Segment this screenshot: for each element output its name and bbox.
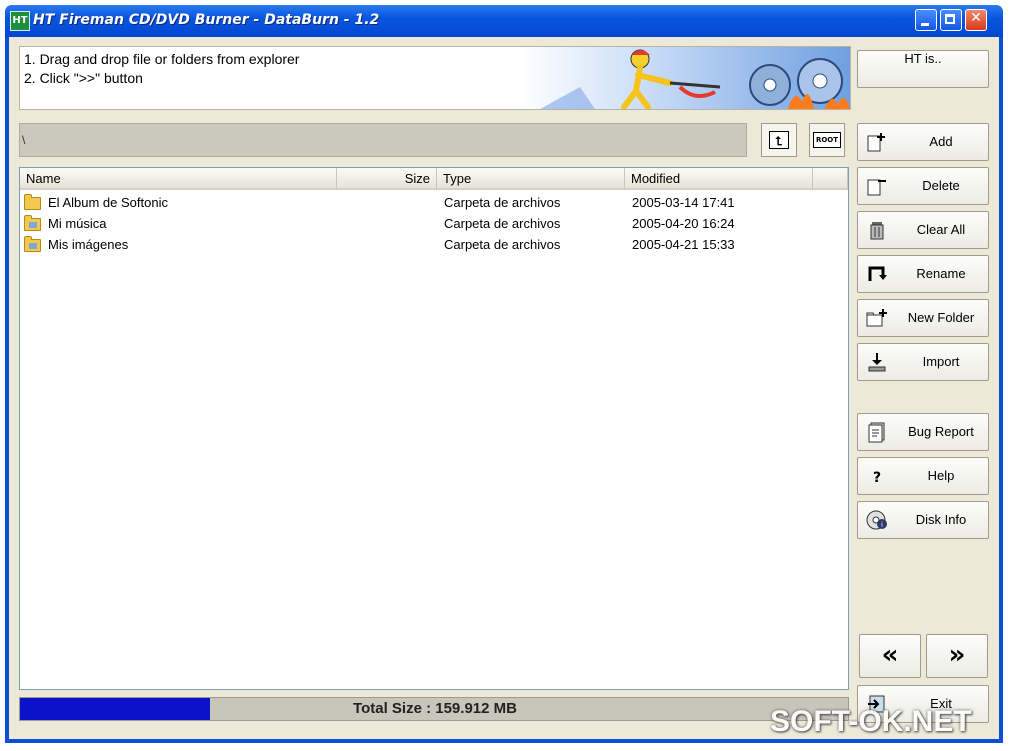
- add-label: Add: [929, 134, 953, 149]
- item-modified: 2005-04-21 15:33: [632, 237, 735, 252]
- minimize-icon: [921, 23, 929, 26]
- instruction-panel: 1. Drag and drop file or folders from ex…: [19, 46, 851, 110]
- help-icon: ?: [873, 470, 881, 486]
- item-type: Carpeta de archivos: [444, 237, 561, 252]
- svg-text:i: i: [881, 521, 883, 529]
- column-header-filler: [813, 168, 848, 190]
- remove-file-icon: [867, 179, 886, 196]
- root-button[interactable]: ROOT: [809, 123, 845, 157]
- import-label: Import: [922, 354, 960, 369]
- item-name: El Album de Softonic: [48, 195, 168, 210]
- instruction-line-1: 1. Drag and drop file or folders from ex…: [24, 51, 300, 67]
- help-button[interactable]: ? Help: [857, 457, 989, 495]
- file-list[interactable]: Name Size Type Modified El Album de Soft…: [19, 167, 849, 690]
- report-icon: [868, 422, 885, 443]
- svg-text:?: ?: [873, 470, 881, 486]
- column-header-modified[interactable]: Modified: [625, 168, 813, 190]
- list-item[interactable]: Mi música Carpeta de archivos 2005-04-20…: [20, 214, 848, 235]
- burn-next-button[interactable]: »: [926, 634, 988, 678]
- music-folder-icon: [24, 215, 41, 231]
- up-folder-button[interactable]: ⮤: [761, 123, 797, 157]
- maximize-icon: [945, 14, 955, 24]
- add-file-icon: [867, 133, 885, 152]
- add-button[interactable]: Add: [857, 123, 989, 161]
- total-size-label: Total Size : 159.912 MB: [353, 700, 517, 717]
- column-header-size[interactable]: Size: [337, 168, 437, 190]
- disk-info-label: Disk Info: [915, 512, 967, 527]
- pictures-folder-icon: [24, 236, 41, 252]
- app-window: HT HT Fireman CD/DVD Burner - DataBurn -…: [5, 5, 1003, 743]
- bug-report-label: Bug Report: [908, 424, 974, 439]
- back-button[interactable]: «: [859, 634, 921, 678]
- ht-is-label: HT is..: [904, 51, 942, 66]
- list-item[interactable]: Mis imágenes Carpeta de archivos 2005-04…: [20, 235, 848, 256]
- import-icon: [868, 353, 886, 372]
- folder-icon: [24, 194, 41, 210]
- new-folder-button[interactable]: New Folder: [857, 299, 989, 337]
- minimize-button[interactable]: [915, 9, 937, 31]
- watermark: SOFT-OK.NET: [770, 705, 972, 738]
- item-name: Mi música: [48, 216, 107, 231]
- path-bar: \: [19, 123, 747, 157]
- rename-button[interactable]: Rename: [857, 255, 989, 293]
- title-bar[interactable]: HT HT Fireman CD/DVD Burner - DataBurn -…: [5, 5, 1003, 37]
- item-modified: 2005-04-20 16:24: [632, 216, 735, 231]
- new-folder-label: New Folder: [907, 310, 975, 325]
- bug-report-button[interactable]: Bug Report: [857, 413, 989, 451]
- list-item[interactable]: El Album de Softonic Carpeta de archivos…: [20, 193, 848, 214]
- rename-icon: [868, 266, 887, 281]
- status-bar: Total Size : 159.912 MB: [19, 697, 849, 721]
- delete-label: Delete: [922, 178, 960, 193]
- banner-graphic: [520, 47, 850, 109]
- rename-label: Rename: [916, 266, 966, 281]
- trash-icon: [870, 222, 884, 240]
- close-button[interactable]: ✕: [965, 9, 987, 31]
- clear-all-button[interactable]: Clear All: [857, 211, 989, 249]
- folder-up-icon: ⮤: [769, 131, 789, 149]
- item-type: Carpeta de archivos: [444, 195, 561, 210]
- help-label: Help: [927, 468, 955, 483]
- item-type: Carpeta de archivos: [444, 216, 561, 231]
- delete-button[interactable]: Delete: [857, 167, 989, 205]
- item-name: Mis imágenes: [48, 237, 129, 252]
- disk-info-icon: i: [866, 510, 887, 530]
- close-icon: ✕: [970, 10, 982, 26]
- import-button[interactable]: Import: [857, 343, 989, 381]
- column-header-type[interactable]: Type: [437, 168, 625, 190]
- maximize-button[interactable]: [940, 9, 962, 31]
- instruction-line-2: 2. Click ">>" button: [24, 70, 143, 86]
- clear-all-label: Clear All: [916, 222, 966, 237]
- new-folder-icon: [866, 309, 887, 327]
- disk-info-button[interactable]: i Disk Info: [857, 501, 989, 539]
- item-modified: 2005-03-14 17:41: [632, 195, 735, 210]
- root-icon: ROOT: [813, 132, 841, 148]
- window-title: HT Fireman CD/DVD Burner - DataBurn - 1.…: [33, 12, 380, 28]
- client-area: 1. Drag and drop file or folders from ex…: [9, 37, 999, 739]
- column-header-name[interactable]: Name: [20, 168, 337, 190]
- ht-is-button[interactable]: HT is..: [857, 50, 989, 88]
- app-icon[interactable]: HT: [10, 11, 30, 31]
